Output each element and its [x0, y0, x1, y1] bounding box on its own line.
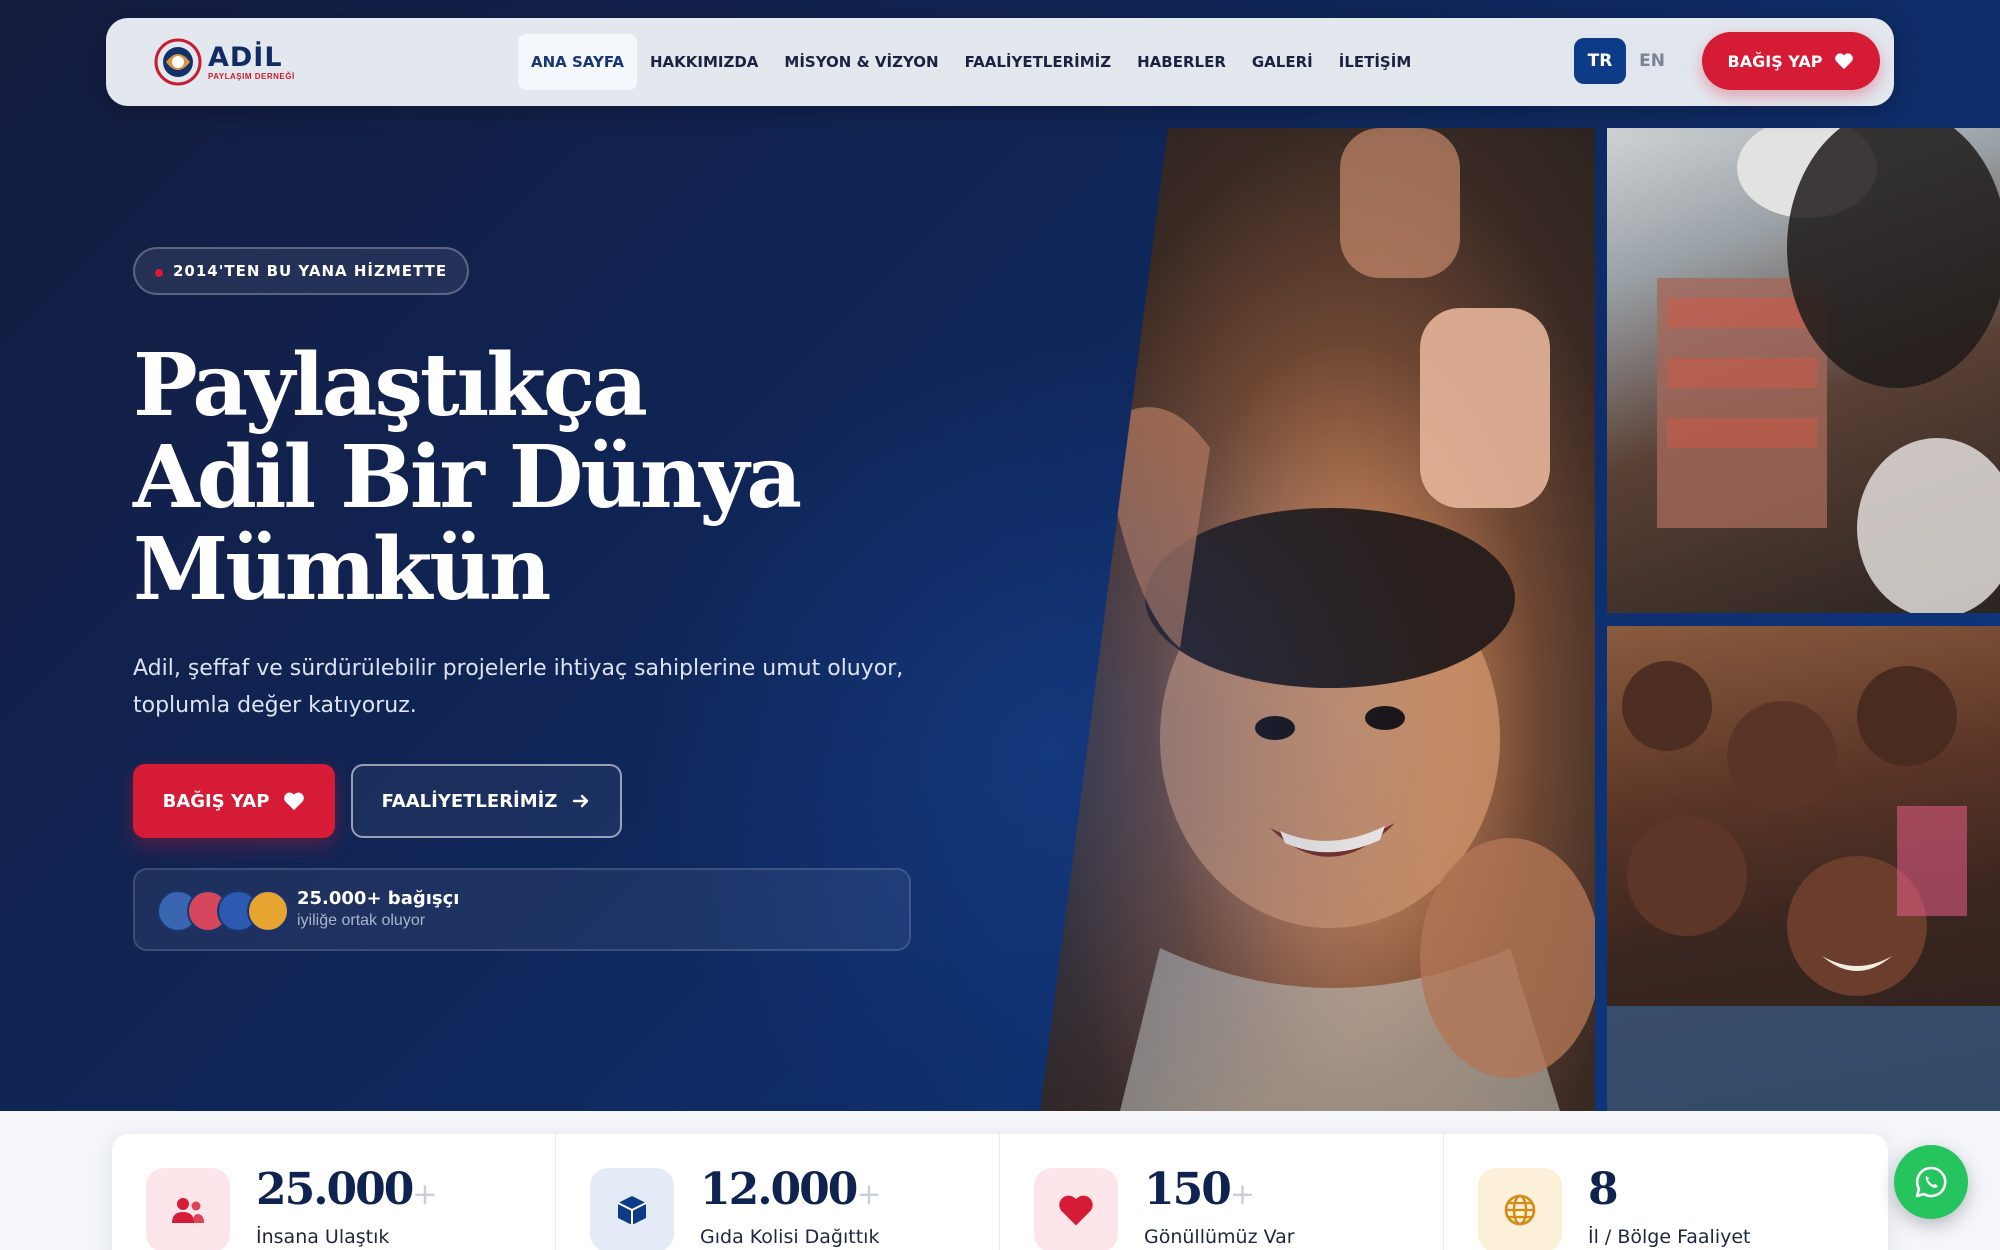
donor-avatars: [157, 890, 297, 932]
box-icon: [590, 1168, 674, 1250]
hero-donate-button[interactable]: BAĞIŞ YAP: [133, 764, 335, 838]
stat-plus: +: [856, 1177, 882, 1212]
stat-plus: +: [412, 1177, 438, 1212]
donor-subtitle: iyiliğe ortak oluyor: [297, 912, 426, 929]
hero-photo-children: [1040, 128, 1595, 1111]
headline-line-3: Mümkün: [133, 519, 551, 620]
whatsapp-icon: [1915, 1166, 1947, 1198]
hero-photo-kids-group: [1607, 626, 2000, 1111]
hero-activities-button[interactable]: FAALİYETLERİMİZ: [351, 764, 622, 838]
badge-dot-icon: [155, 269, 163, 277]
hero-subtext: Adil, şeffaf ve sürdürülebilir projelerl…: [133, 656, 904, 718]
stat-volunteers: 150+ Gönüllümüz Var: [1000, 1134, 1444, 1250]
logo-icon: [154, 38, 202, 86]
stat-label: İl / Bölge Faaliyet: [1588, 1226, 1751, 1248]
logo[interactable]: ADİL PAYLAŞIM DERNEĞİ: [152, 34, 312, 90]
headline-line-2: Adil Bir Dünya: [133, 427, 802, 528]
avatar: [247, 890, 289, 932]
nav-item-home[interactable]: ANA SAYFA: [518, 34, 637, 90]
logo-tagline: PAYLAŞIM DERNEĞİ: [208, 71, 295, 81]
stats-bar: 25.000+ İnsana Ulaştık 12.000+ Gıda Koli…: [112, 1134, 1888, 1250]
photo-collage: [1040, 128, 2000, 1111]
navbar: ADİL PAYLAŞIM DERNEĞİ ANA SAYFA HAKKIMIZ…: [106, 18, 1894, 106]
heart-icon: [1034, 1168, 1118, 1250]
stat-label: Gıda Kolisi Dağıttık: [700, 1226, 880, 1248]
stat-value: 150: [1144, 1164, 1232, 1215]
badge-text: 2014'TEN BU YANA HİZMETTE: [173, 262, 448, 280]
globe-icon: [1478, 1168, 1562, 1250]
hero-photo-volunteers: [1607, 128, 2000, 613]
nav-item-gallery[interactable]: GALERİ: [1239, 34, 1326, 90]
heart-icon: [284, 792, 305, 811]
hero-headline: Paylaştıkça Adil Bir Dünya Mümkün: [133, 340, 833, 616]
stat-label: Gönüllümüz Var: [1144, 1226, 1295, 1248]
nav-donate-button[interactable]: BAĞIŞ YAP: [1702, 32, 1880, 90]
stat-people-reached: 25.000+ İnsana Ulaştık: [112, 1134, 556, 1250]
donor-count: 25.000+ bağışçı: [297, 888, 460, 909]
headline-line-1: Paylaştıkça: [133, 335, 648, 436]
users-icon: [146, 1168, 230, 1250]
nav-item-activities[interactable]: FAALİYETLERİMİZ: [952, 34, 1125, 90]
stat-regions: 8 İl / Bölge Faaliyet: [1444, 1134, 1888, 1250]
stat-food-parcels: 12.000+ Gıda Kolisi Dağıttık: [556, 1134, 1000, 1250]
stat-value: 8: [1588, 1164, 1619, 1215]
donor-summary-card: 25.000+ bağışçı iyiliğe ortak oluyor: [133, 868, 911, 951]
nav-donate-label: BAĞIŞ YAP: [1727, 51, 1823, 71]
stat-value: 12.000: [700, 1164, 858, 1215]
hero-donate-label: BAĞIŞ YAP: [162, 790, 270, 812]
whatsapp-button[interactable]: [1894, 1145, 1968, 1219]
language-switcher: TR EN: [1570, 34, 1688, 88]
heart-icon: [1835, 53, 1854, 70]
hero-activities-label: FAALİYETLERİMİZ: [381, 790, 558, 812]
since-badge: 2014'TEN BU YANA HİZMETTE: [133, 247, 470, 295]
lang-tr-button[interactable]: TR: [1574, 38, 1626, 84]
arrow-right-icon: [573, 794, 589, 808]
stat-value: 25.000: [256, 1164, 414, 1215]
logo-wordmark: ADİL: [208, 41, 283, 73]
stat-plus: +: [1229, 1177, 1255, 1212]
nav-item-mission-vision[interactable]: MİSYON & VİZYON: [771, 34, 951, 90]
nav-item-news[interactable]: HABERLER: [1124, 34, 1239, 90]
stat-label: İnsana Ulaştık: [256, 1226, 390, 1248]
lang-en-button[interactable]: EN: [1626, 38, 1678, 84]
nav-item-about[interactable]: HAKKIMIZDA: [637, 34, 771, 90]
nav-item-contact[interactable]: İLETİŞİM: [1326, 34, 1425, 90]
main-nav: ANA SAYFA HAKKIMIZDA MİSYON & VİZYON FAA…: [518, 34, 1424, 90]
